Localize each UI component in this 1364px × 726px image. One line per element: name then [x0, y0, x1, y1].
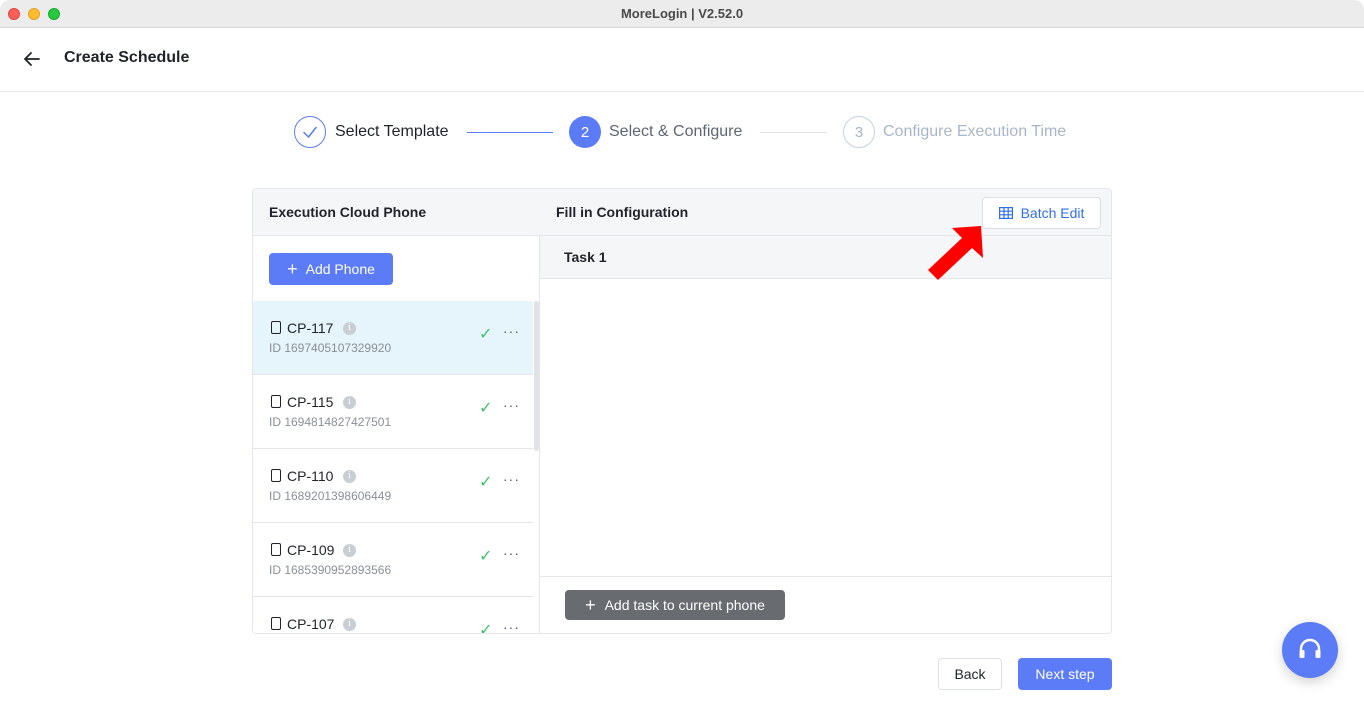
phone-name: CP-107	[287, 616, 335, 632]
info-icon[interactable]: i	[343, 544, 356, 557]
arrow-left-icon[interactable]	[22, 49, 42, 69]
plus-icon: +	[585, 595, 596, 615]
batch-edit-label: Batch Edit	[1020, 205, 1085, 221]
add-task-label: Add task to current phone	[604, 597, 765, 613]
info-icon[interactable]: i	[343, 470, 356, 483]
info-icon[interactable]: i	[343, 396, 356, 409]
phone-column-title: Execution Cloud Phone	[253, 189, 540, 236]
more-options-icon[interactable]: ···	[503, 323, 520, 339]
phone-icon	[271, 469, 281, 482]
support-button[interactable]	[1282, 622, 1338, 678]
phone-icon	[271, 395, 281, 408]
phone-list-scrollbar[interactable]	[534, 301, 539, 451]
phone-list-item[interactable]: CP-115 i ID 1694814827427501 ✓ ···	[253, 375, 533, 449]
step-1-label: Select Template	[335, 123, 449, 140]
add-task-button[interactable]: + Add task to current phone	[565, 590, 785, 620]
step-1-check-icon	[294, 116, 326, 148]
next-step-button[interactable]: Next step	[1018, 658, 1112, 690]
window-titlebar: MoreLogin | V2.52.0	[0, 0, 1364, 28]
more-options-icon[interactable]: ···	[503, 397, 520, 413]
phone-id: ID 1685390952893566	[269, 563, 392, 577]
phone-id: ID 1697405107329920	[269, 341, 392, 355]
info-icon[interactable]: i	[343, 322, 356, 335]
info-icon[interactable]: i	[343, 618, 356, 631]
add-phone-button[interactable]: + Add Phone	[269, 253, 393, 285]
phone-list-item[interactable]: CP-107 i ✓ ···	[253, 597, 533, 633]
annotation-arrow-icon	[928, 226, 983, 280]
page-header: Create Schedule	[0, 29, 1364, 92]
phone-column: Execution Cloud Phone + Add Phone CP-117…	[253, 189, 540, 633]
check-icon: ✓	[479, 548, 493, 565]
phone-name: CP-110	[287, 468, 334, 484]
page-title: Create Schedule	[64, 49, 190, 66]
phone-id: ID 1689201398606449	[269, 489, 392, 503]
config-footer: + Add task to current phone	[540, 576, 1111, 633]
phone-list-item[interactable]: CP-110 i ID 1689201398606449 ✓ ···	[253, 449, 533, 523]
check-icon: ✓	[479, 622, 493, 634]
plus-icon: +	[287, 259, 298, 279]
phone-icon	[271, 543, 281, 556]
phone-name: CP-109	[287, 542, 335, 558]
back-button[interactable]: Back	[938, 658, 1002, 690]
step-2-label: Select & Configure	[609, 123, 743, 140]
more-options-icon[interactable]: ···	[503, 545, 520, 561]
step-3-number: 3	[843, 116, 875, 148]
phone-icon	[271, 617, 281, 630]
step-connector	[467, 132, 553, 133]
more-options-icon[interactable]: ···	[503, 471, 520, 487]
batch-edit-button[interactable]: Batch Edit	[982, 197, 1101, 229]
window-title: MoreLogin | V2.52.0	[620, 6, 744, 21]
task-tab[interactable]: Task 1	[540, 236, 1111, 279]
headset-icon	[1299, 638, 1321, 658]
table-icon	[998, 207, 1013, 219]
check-icon: ✓	[479, 326, 493, 343]
check-icon: ✓	[479, 400, 493, 417]
phone-name: CP-117	[287, 320, 334, 336]
step-2-number: 2	[569, 116, 601, 148]
phone-id: ID 1694814827427501	[269, 415, 392, 429]
phone-icon	[271, 321, 281, 334]
step-connector	[760, 132, 827, 133]
phone-list[interactable]: CP-117 i ID 1697405107329920 ✓ ··· CP-11…	[253, 301, 534, 633]
more-options-icon[interactable]: ···	[503, 619, 520, 633]
phone-list-item[interactable]: CP-109 i ID 1685390952893566 ✓ ···	[253, 523, 533, 597]
step-3-label: Configure Execution Time	[883, 123, 1067, 140]
check-icon: ✓	[479, 474, 493, 491]
add-phone-label: Add Phone	[305, 261, 375, 277]
phone-list-item[interactable]: CP-117 i ID 1697405107329920 ✓ ···	[253, 301, 533, 375]
phone-name: CP-115	[287, 394, 334, 410]
